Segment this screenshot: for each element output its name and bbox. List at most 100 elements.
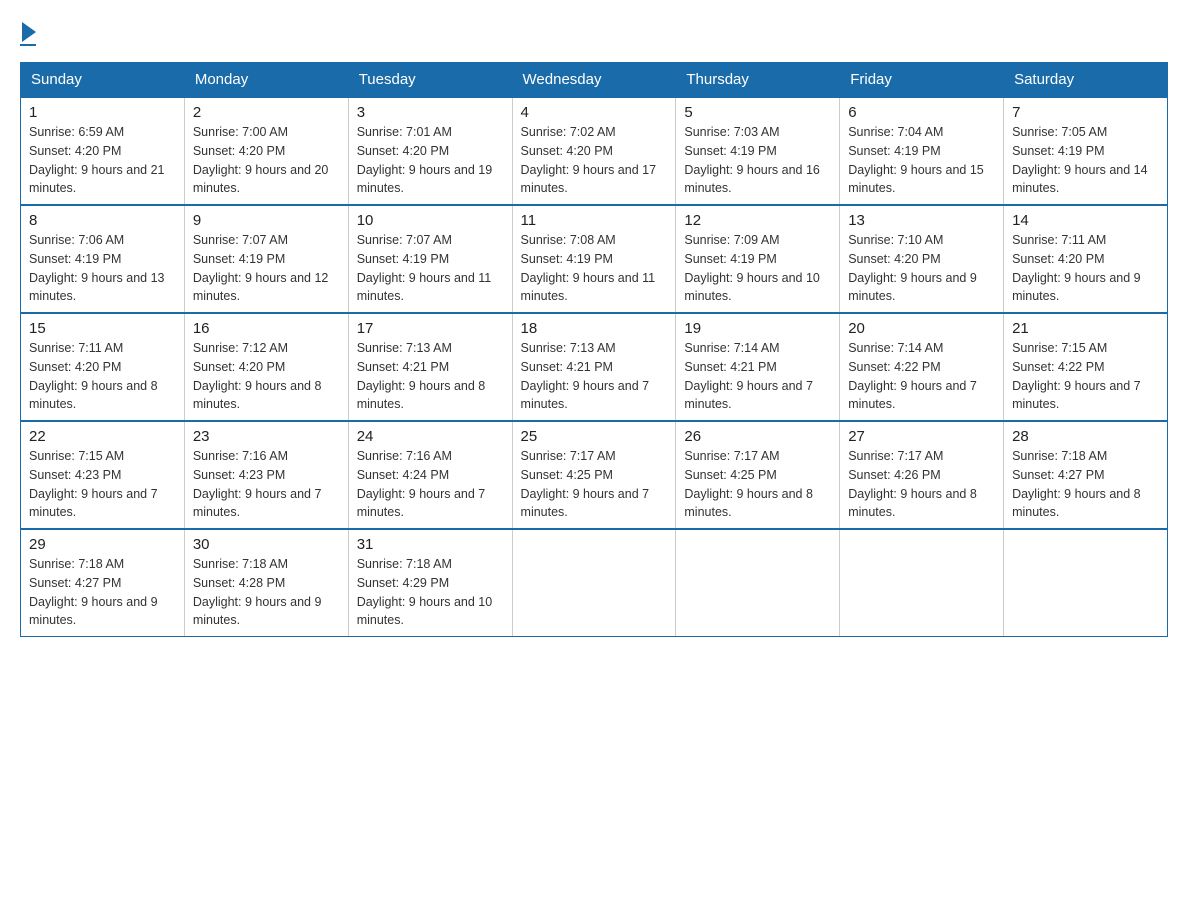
day-number: 25: [521, 428, 668, 445]
day-info: Sunrise: 7:07 AM Sunset: 4:19 PM Dayligh…: [357, 231, 504, 306]
calendar-day-cell: 21 Sunrise: 7:15 AM Sunset: 4:22 PM Dayl…: [1004, 313, 1168, 421]
day-number: 26: [684, 428, 831, 445]
calendar-week-row: 1 Sunrise: 6:59 AM Sunset: 4:20 PM Dayli…: [21, 97, 1168, 205]
day-number: 28: [1012, 428, 1159, 445]
day-number: 27: [848, 428, 995, 445]
calendar-day-cell: 28 Sunrise: 7:18 AM Sunset: 4:27 PM Dayl…: [1004, 421, 1168, 529]
day-info: Sunrise: 7:13 AM Sunset: 4:21 PM Dayligh…: [521, 339, 668, 414]
day-number: 22: [29, 428, 176, 445]
day-number: 16: [193, 320, 340, 337]
day-number: 9: [193, 212, 340, 229]
day-of-week-header: Tuesday: [348, 63, 512, 98]
page-header: [20, 20, 1168, 46]
day-of-week-header: Wednesday: [512, 63, 676, 98]
calendar-week-row: 8 Sunrise: 7:06 AM Sunset: 4:19 PM Dayli…: [21, 205, 1168, 313]
day-info: Sunrise: 7:18 AM Sunset: 4:27 PM Dayligh…: [29, 555, 176, 630]
day-number: 4: [521, 104, 668, 121]
day-number: 1: [29, 104, 176, 121]
day-info: Sunrise: 7:17 AM Sunset: 4:25 PM Dayligh…: [684, 447, 831, 522]
day-number: 18: [521, 320, 668, 337]
day-number: 29: [29, 536, 176, 553]
calendar-day-cell: 8 Sunrise: 7:06 AM Sunset: 4:19 PM Dayli…: [21, 205, 185, 313]
day-of-week-header: Monday: [184, 63, 348, 98]
day-info: Sunrise: 7:05 AM Sunset: 4:19 PM Dayligh…: [1012, 123, 1159, 198]
day-number: 14: [1012, 212, 1159, 229]
day-number: 20: [848, 320, 995, 337]
calendar-day-cell: 12 Sunrise: 7:09 AM Sunset: 4:19 PM Dayl…: [676, 205, 840, 313]
logo-arrow-icon: [22, 22, 36, 42]
day-of-week-header: Friday: [840, 63, 1004, 98]
day-info: Sunrise: 7:02 AM Sunset: 4:20 PM Dayligh…: [521, 123, 668, 198]
day-number: 5: [684, 104, 831, 121]
calendar-day-cell: 29 Sunrise: 7:18 AM Sunset: 4:27 PM Dayl…: [21, 529, 185, 637]
calendar-week-row: 22 Sunrise: 7:15 AM Sunset: 4:23 PM Dayl…: [21, 421, 1168, 529]
day-number: 13: [848, 212, 995, 229]
day-number: 17: [357, 320, 504, 337]
day-info: Sunrise: 7:11 AM Sunset: 4:20 PM Dayligh…: [1012, 231, 1159, 306]
day-number: 3: [357, 104, 504, 121]
calendar-day-cell: 2 Sunrise: 7:00 AM Sunset: 4:20 PM Dayli…: [184, 97, 348, 205]
day-info: Sunrise: 7:03 AM Sunset: 4:19 PM Dayligh…: [684, 123, 831, 198]
calendar-day-cell: 20 Sunrise: 7:14 AM Sunset: 4:22 PM Dayl…: [840, 313, 1004, 421]
calendar-day-cell: 14 Sunrise: 7:11 AM Sunset: 4:20 PM Dayl…: [1004, 205, 1168, 313]
day-info: Sunrise: 7:14 AM Sunset: 4:22 PM Dayligh…: [848, 339, 995, 414]
calendar-day-cell: 11 Sunrise: 7:08 AM Sunset: 4:19 PM Dayl…: [512, 205, 676, 313]
day-number: 30: [193, 536, 340, 553]
calendar-day-cell: 31 Sunrise: 7:18 AM Sunset: 4:29 PM Dayl…: [348, 529, 512, 637]
calendar-day-cell: 15 Sunrise: 7:11 AM Sunset: 4:20 PM Dayl…: [21, 313, 185, 421]
logo: [20, 20, 36, 46]
day-number: 6: [848, 104, 995, 121]
calendar-header-row: SundayMondayTuesdayWednesdayThursdayFrid…: [21, 63, 1168, 98]
day-number: 15: [29, 320, 176, 337]
calendar-day-cell: 10 Sunrise: 7:07 AM Sunset: 4:19 PM Dayl…: [348, 205, 512, 313]
day-number: 2: [193, 104, 340, 121]
calendar-day-cell: 4 Sunrise: 7:02 AM Sunset: 4:20 PM Dayli…: [512, 97, 676, 205]
calendar-day-cell: 22 Sunrise: 7:15 AM Sunset: 4:23 PM Dayl…: [21, 421, 185, 529]
calendar-week-row: 29 Sunrise: 7:18 AM Sunset: 4:27 PM Dayl…: [21, 529, 1168, 637]
day-info: Sunrise: 7:08 AM Sunset: 4:19 PM Dayligh…: [521, 231, 668, 306]
day-info: Sunrise: 7:18 AM Sunset: 4:29 PM Dayligh…: [357, 555, 504, 630]
calendar-day-cell: 30 Sunrise: 7:18 AM Sunset: 4:28 PM Dayl…: [184, 529, 348, 637]
day-number: 24: [357, 428, 504, 445]
day-info: Sunrise: 7:16 AM Sunset: 4:24 PM Dayligh…: [357, 447, 504, 522]
calendar-day-cell: 16 Sunrise: 7:12 AM Sunset: 4:20 PM Dayl…: [184, 313, 348, 421]
day-number: 8: [29, 212, 176, 229]
day-info: Sunrise: 7:14 AM Sunset: 4:21 PM Dayligh…: [684, 339, 831, 414]
day-of-week-header: Saturday: [1004, 63, 1168, 98]
day-number: 31: [357, 536, 504, 553]
day-info: Sunrise: 7:16 AM Sunset: 4:23 PM Dayligh…: [193, 447, 340, 522]
day-info: Sunrise: 7:18 AM Sunset: 4:27 PM Dayligh…: [1012, 447, 1159, 522]
day-info: Sunrise: 7:18 AM Sunset: 4:28 PM Dayligh…: [193, 555, 340, 630]
day-number: 23: [193, 428, 340, 445]
day-info: Sunrise: 7:07 AM Sunset: 4:19 PM Dayligh…: [193, 231, 340, 306]
day-info: Sunrise: 7:09 AM Sunset: 4:19 PM Dayligh…: [684, 231, 831, 306]
calendar-day-cell: 3 Sunrise: 7:01 AM Sunset: 4:20 PM Dayli…: [348, 97, 512, 205]
calendar-empty-cell: [840, 529, 1004, 637]
calendar-empty-cell: [512, 529, 676, 637]
calendar-table: SundayMondayTuesdayWednesdayThursdayFrid…: [20, 62, 1168, 637]
day-of-week-header: Sunday: [21, 63, 185, 98]
calendar-empty-cell: [1004, 529, 1168, 637]
day-number: 12: [684, 212, 831, 229]
day-info: Sunrise: 7:10 AM Sunset: 4:20 PM Dayligh…: [848, 231, 995, 306]
day-info: Sunrise: 7:17 AM Sunset: 4:25 PM Dayligh…: [521, 447, 668, 522]
day-info: Sunrise: 7:06 AM Sunset: 4:19 PM Dayligh…: [29, 231, 176, 306]
calendar-day-cell: 18 Sunrise: 7:13 AM Sunset: 4:21 PM Dayl…: [512, 313, 676, 421]
calendar-empty-cell: [676, 529, 840, 637]
logo-underline: [20, 44, 36, 46]
calendar-day-cell: 13 Sunrise: 7:10 AM Sunset: 4:20 PM Dayl…: [840, 205, 1004, 313]
day-info: Sunrise: 7:15 AM Sunset: 4:23 PM Dayligh…: [29, 447, 176, 522]
calendar-day-cell: 17 Sunrise: 7:13 AM Sunset: 4:21 PM Dayl…: [348, 313, 512, 421]
day-number: 19: [684, 320, 831, 337]
day-number: 11: [521, 212, 668, 229]
day-number: 21: [1012, 320, 1159, 337]
day-info: Sunrise: 7:12 AM Sunset: 4:20 PM Dayligh…: [193, 339, 340, 414]
day-info: Sunrise: 7:13 AM Sunset: 4:21 PM Dayligh…: [357, 339, 504, 414]
day-number: 10: [357, 212, 504, 229]
calendar-day-cell: 7 Sunrise: 7:05 AM Sunset: 4:19 PM Dayli…: [1004, 97, 1168, 205]
day-info: Sunrise: 7:00 AM Sunset: 4:20 PM Dayligh…: [193, 123, 340, 198]
day-info: Sunrise: 7:17 AM Sunset: 4:26 PM Dayligh…: [848, 447, 995, 522]
calendar-week-row: 15 Sunrise: 7:11 AM Sunset: 4:20 PM Dayl…: [21, 313, 1168, 421]
day-info: Sunrise: 7:01 AM Sunset: 4:20 PM Dayligh…: [357, 123, 504, 198]
calendar-day-cell: 6 Sunrise: 7:04 AM Sunset: 4:19 PM Dayli…: [840, 97, 1004, 205]
